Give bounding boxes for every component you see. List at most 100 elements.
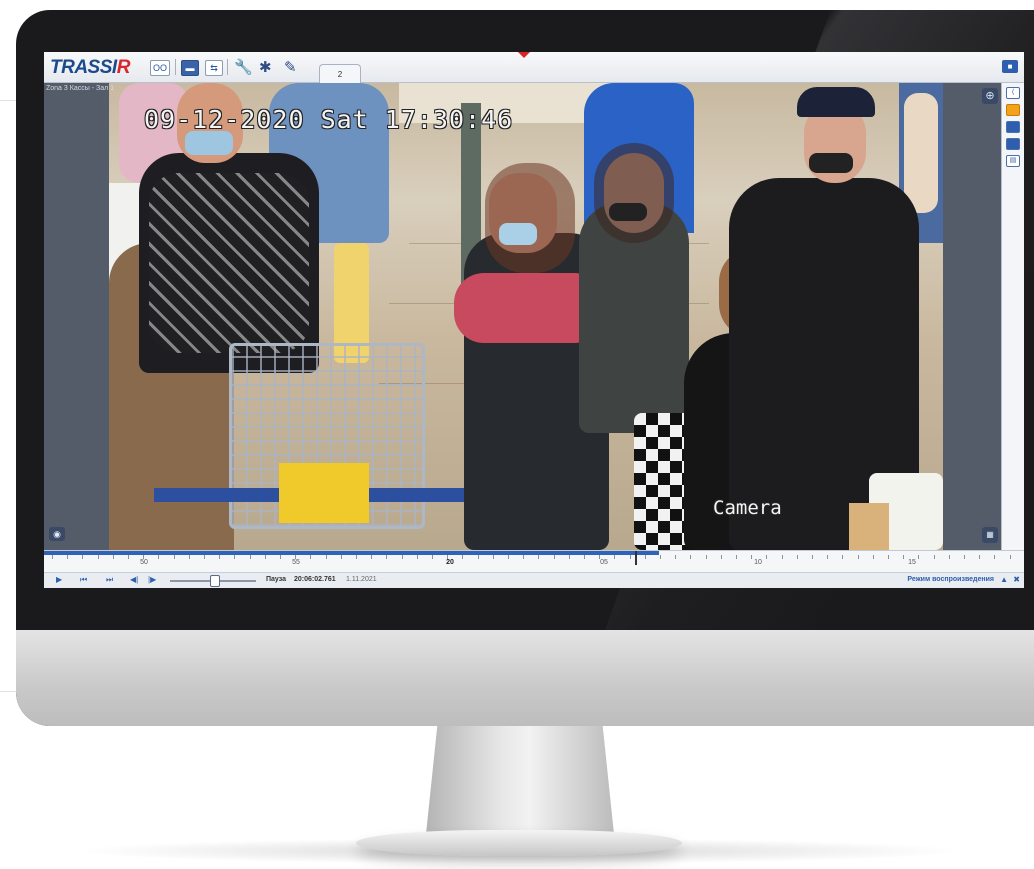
- timeline-tick: [888, 555, 889, 559]
- toolbar-separator: [227, 59, 228, 75]
- timeline-tick: [158, 555, 160, 559]
- jump-end-button[interactable]: ⏭: [106, 575, 113, 585]
- timeline-tick: [1009, 555, 1011, 559]
- timeline-tick: [538, 555, 540, 559]
- timeline-tick: [994, 555, 996, 559]
- panel-alarm-button[interactable]: [1006, 104, 1020, 116]
- timeline-tick: [690, 555, 692, 559]
- timeline-tick: [827, 555, 829, 559]
- timeline-tick-label: 20: [446, 559, 454, 566]
- chevron-up-icon[interactable]: ▲: [1000, 575, 1008, 584]
- playback-time: 20:06:02.761: [294, 576, 336, 583]
- timeline-cursor[interactable]: [635, 551, 637, 565]
- timeline-tick-label: 05: [600, 559, 608, 566]
- timeline-tick: [264, 555, 266, 559]
- timeline-tick-label: 50: [140, 559, 148, 566]
- osd-camera-name: Camera: [713, 497, 782, 519]
- timeline-tick: [173, 555, 175, 559]
- timeline-tick: [128, 555, 129, 559]
- edit-icon[interactable]: ✎: [284, 58, 297, 76]
- timeline-tick: [249, 555, 251, 559]
- plugins-puzzle-icon[interactable]: ✱: [259, 58, 272, 76]
- timeline-tick-label: 55: [292, 559, 300, 566]
- timeline-tick: [979, 555, 981, 559]
- timeline-bar[interactable]: 50 55 20 05 10 15: [44, 550, 1024, 573]
- toolbar-separator: [175, 59, 176, 75]
- shopper-hair: [485, 163, 575, 273]
- panel-folder-button[interactable]: ▤: [1006, 155, 1020, 167]
- face-mask: [185, 131, 233, 155]
- timeline-tick: [112, 555, 114, 559]
- timeline-tick: [188, 555, 190, 559]
- timeline-tick: [523, 555, 525, 559]
- trassir-window: TRASSIR OO ▬ ⇆ 🔧 ✱ ✎ 2 ■ 09-12-2020 Sat …: [44, 52, 1024, 588]
- messages-button[interactable]: ▬: [181, 60, 199, 76]
- playback-mode-label[interactable]: Режим воспроизведения: [907, 576, 994, 583]
- timeline-tick: [584, 555, 585, 559]
- step-back-button[interactable]: ◀|: [130, 575, 138, 584]
- panel-view-button[interactable]: [1006, 121, 1020, 133]
- screens-button[interactable]: OO: [150, 60, 170, 76]
- timeline-tick: [948, 555, 950, 559]
- panel-view-button-2[interactable]: [1006, 138, 1020, 150]
- right-side-panel: ⟨ ▤: [1001, 83, 1024, 550]
- timeline-tick: [614, 555, 616, 559]
- monitor-stand-base: [356, 830, 682, 856]
- monitor-stand: [426, 726, 614, 834]
- speed-slider-knob[interactable]: [210, 575, 220, 587]
- timeline-tick: [432, 555, 433, 559]
- timeline-tick: [462, 555, 464, 559]
- settings-wrench-icon[interactable]: 🔧: [234, 58, 253, 76]
- timeline-tick: [766, 555, 768, 559]
- timeline-tick: [705, 555, 707, 559]
- timeline-tick: [781, 555, 783, 559]
- face-mask: [609, 203, 647, 221]
- cart-item: [279, 463, 369, 523]
- zoom-icon[interactable]: ⊕: [982, 88, 998, 104]
- timeline-tick: [416, 555, 418, 559]
- timeline-tick: [903, 555, 905, 559]
- timeline-tick: [736, 555, 737, 559]
- video-camera-icon[interactable]: ■: [1002, 60, 1018, 73]
- close-icon[interactable]: ✖: [1013, 575, 1020, 584]
- timeline-tick: [553, 555, 555, 559]
- panel-collapse-button[interactable]: ⟨: [1006, 87, 1020, 99]
- timeline-tick: [204, 555, 205, 559]
- face-mask: [809, 153, 853, 173]
- poster-figure: [904, 93, 938, 213]
- timeline-tick: [401, 555, 403, 559]
- tab-screen-2[interactable]: 2: [319, 64, 361, 83]
- timeline-tick: [386, 555, 388, 559]
- paper-bag: [849, 503, 889, 550]
- playback-controls: ▶ ⏮ ⏭ ◀| |▶ Пауза 20:06:02.761 1.11.2021…: [44, 572, 1024, 588]
- layout-button[interactable]: ⇆: [205, 60, 223, 76]
- step-forward-button[interactable]: |▶: [148, 575, 156, 584]
- camera-feed[interactable]: 09-12-2020 Sat 17:30:46 Camera: [109, 83, 943, 550]
- snapshot-camera-icon[interactable]: ◉: [49, 527, 65, 541]
- timeline-tick: [568, 555, 570, 559]
- timeline-tick: [280, 555, 281, 559]
- timeline-tick: [720, 555, 722, 559]
- timeline-tick: [857, 555, 859, 559]
- face-mask: [499, 223, 537, 245]
- top-toolbar: TRASSIR OO ▬ ⇆ 🔧 ✱ ✎ 2 ■: [44, 52, 1024, 83]
- playback-date: 1.11.2021: [346, 576, 377, 583]
- jump-start-button[interactable]: ⏮: [80, 575, 87, 585]
- timeline-tick-label: 15: [908, 559, 916, 566]
- timeline-tick: [872, 555, 874, 559]
- timeline-tick: [964, 555, 965, 559]
- timeline-tick: [508, 555, 509, 559]
- timeline-tick: [82, 555, 84, 559]
- shopper-hair: [594, 143, 674, 243]
- camera-name-label: Zona 3 Кассы - Зал 1: [46, 85, 115, 92]
- play-button[interactable]: ▶: [56, 575, 62, 584]
- calendar-icon[interactable]: ▦: [982, 527, 998, 543]
- timeline-tick: [371, 555, 373, 559]
- timeline-tick: [796, 555, 798, 559]
- timeline-tick: [477, 555, 479, 559]
- timeline-tick: [310, 555, 312, 559]
- timeline-tick: [842, 555, 844, 559]
- timeline-tick: [67, 555, 69, 559]
- trassir-logo: TRASSIR: [50, 57, 130, 78]
- timeline-tick: [219, 555, 221, 559]
